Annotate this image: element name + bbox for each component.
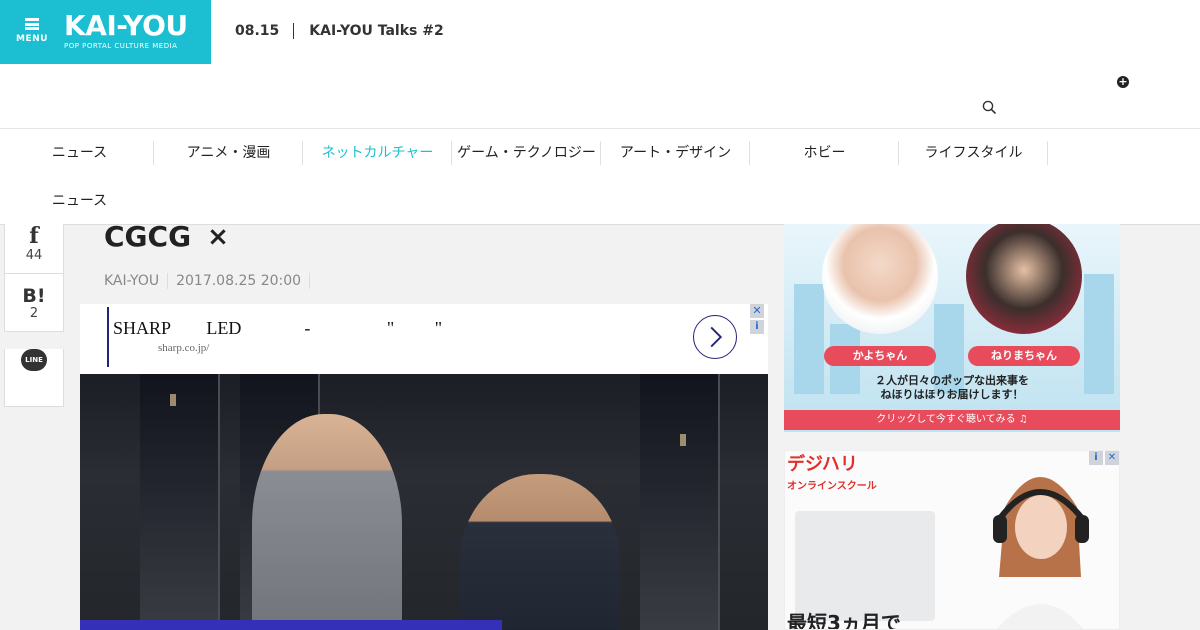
- article-timestamp: 2017.08.25 20:00: [168, 273, 311, 289]
- news-ticker[interactable]: 08.15 KAI-YOU Talks #2: [235, 22, 444, 40]
- article-title: CGCG ×: [104, 220, 229, 253]
- sidebar-ad-school[interactable]: デジハリ オンラインスクール 最短3ヵ月で i ✕: [784, 450, 1120, 630]
- ad-avatar-left: [822, 224, 938, 334]
- nav-item-lifestyle[interactable]: ライフスタイル: [899, 129, 1048, 177]
- article-author[interactable]: KAI-YOU: [104, 273, 169, 289]
- brand-tagline: POP PORTAL CULTURE MEDIA: [64, 42, 178, 50]
- site-logo[interactable]: KAI-YOU POP PORTAL CULTURE MEDIA: [64, 10, 188, 51]
- ad-tagline: ２人が日々のポップな出来事を ねほりはほりお届けします！: [784, 374, 1120, 402]
- ad2-badges: i ✕: [1089, 451, 1119, 465]
- ad-headline[interactable]: SHARP LED - " ": [113, 318, 442, 339]
- ad-name-right: ねりまちゃん: [968, 346, 1080, 366]
- facebook-share-button[interactable]: f 44: [4, 224, 64, 274]
- category-nav: ニュース アニメ・漫画 ネットカルチャー ゲーム・テクノロジー アート・デザイン…: [0, 128, 1200, 225]
- ad2-info-icon[interactable]: i: [1089, 451, 1103, 465]
- ad-tagline-line1: ２人が日々のポップな出来事を: [875, 374, 1029, 387]
- hatena-bookmark-icon: B!: [22, 285, 46, 307]
- ad2-close-icon[interactable]: ✕: [1105, 451, 1119, 465]
- hatena-bookmark-button[interactable]: B! 2: [4, 274, 64, 332]
- share-column: f 44 B! 2 LINE: [4, 224, 64, 407]
- search-icon[interactable]: [982, 100, 996, 114]
- ad-avatar-right: [966, 224, 1082, 334]
- hero-bg-window: [640, 374, 720, 630]
- hero-person-right: [460, 474, 620, 630]
- ad2-brand: デジハリ: [787, 454, 858, 475]
- ticker-headline[interactable]: KAI-YOU Talks #2: [294, 23, 443, 39]
- line-icon: LINE: [21, 349, 47, 371]
- nav-item-news[interactable]: ニュース: [5, 129, 154, 177]
- hero-bg-window: [140, 374, 220, 630]
- logo-block[interactable]: MENU KAI-YOU POP PORTAL CULTURE MEDIA: [0, 0, 211, 64]
- site-header: MENU KAI-YOU POP PORTAL CULTURE MEDIA 08…: [0, 0, 1200, 128]
- hatena-bookmark-count: 2: [29, 306, 39, 321]
- ad-url[interactable]: sharp.co.jp/: [158, 342, 209, 354]
- brand-name: KAI-YOU: [64, 9, 188, 42]
- hero-caption-bar: [80, 620, 502, 630]
- line-share-button[interactable]: LINE: [4, 349, 64, 407]
- ad2-subtitle: オンラインスクール: [787, 481, 877, 492]
- ad-next-button[interactable]: [693, 315, 737, 359]
- ad-info-icon[interactable]: i: [750, 320, 764, 334]
- nav-item-anime-manga[interactable]: アニメ・漫画: [154, 129, 303, 177]
- article-title-text: CGCG: [104, 220, 192, 253]
- nav-item-art-design[interactable]: アート・デザイン: [601, 129, 750, 177]
- hamburger-icon: [25, 18, 39, 30]
- title-cross-mark: ×: [207, 221, 229, 252]
- chevron-right-icon: [710, 326, 723, 348]
- hero-city-light: [680, 434, 686, 446]
- facebook-icon: f: [29, 223, 39, 249]
- ad2-woman-image: [993, 477, 1089, 629]
- ticker-date: 08.15: [235, 23, 295, 39]
- ad-name-left: かよちゃん: [824, 346, 936, 366]
- nav-item-game-tech[interactable]: ゲーム・テクノロジー: [452, 129, 601, 177]
- text-ad-banner[interactable]: SHARP LED - " " sharp.co.jp/: [80, 304, 768, 374]
- facebook-share-count: 44: [25, 248, 43, 263]
- menu-label: MENU: [16, 34, 48, 44]
- menu-button[interactable]: MENU: [14, 14, 50, 50]
- nav-item-hobby[interactable]: ホビー: [750, 129, 899, 177]
- ad-cta-button[interactable]: クリックして今すぐ聴いてみる ♫: [784, 410, 1120, 430]
- ad2-monitor-image: [795, 511, 935, 621]
- hero-person-left: [252, 414, 402, 630]
- article-hero-image: [80, 374, 768, 630]
- article-meta: KAI-YOU 2017.08.25 20:00: [104, 270, 311, 292]
- ad2-promo: 最短3ヵ月で: [787, 611, 901, 630]
- ad-accent-bar: [107, 307, 109, 367]
- nav-item-net-culture[interactable]: ネットカルチャー: [303, 129, 452, 177]
- hero-city-light: [170, 394, 176, 406]
- ad-tagline-line2: ねほりはほりお届けします！: [880, 388, 1024, 401]
- plus-icon[interactable]: +: [1117, 76, 1129, 88]
- nav-item-news-2[interactable]: ニュース: [5, 177, 154, 225]
- sidebar-ad-podcast[interactable]: かよちゃん ねりまちゃん ２人が日々のポップな出来事を ねほりはほりお届けします…: [784, 224, 1120, 432]
- ad-close-icon[interactable]: ✕: [750, 304, 764, 318]
